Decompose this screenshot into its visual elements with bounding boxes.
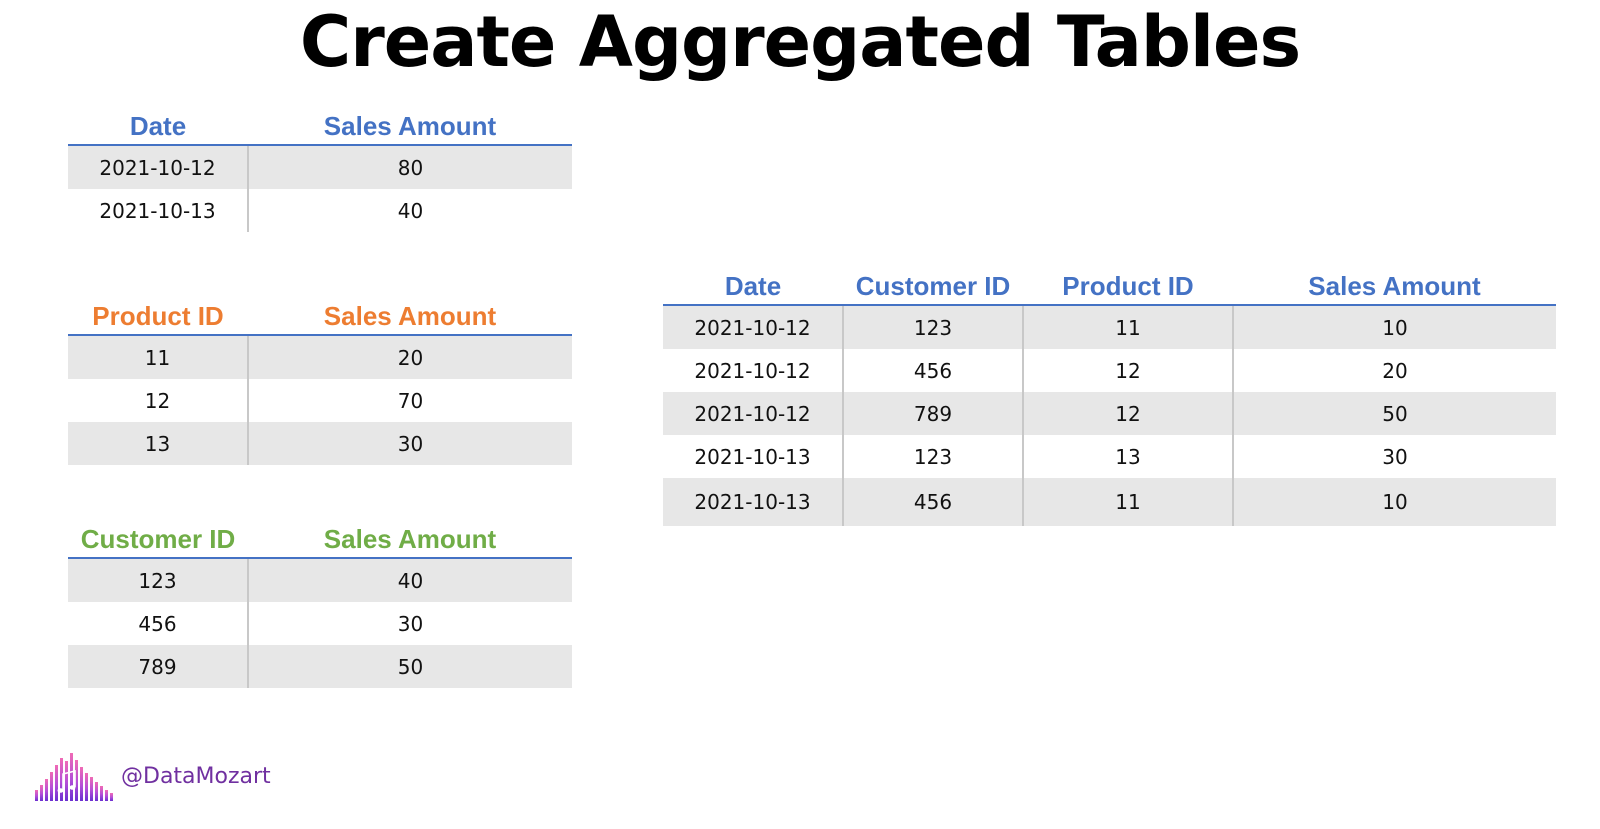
table-row: 2021-10-12 456 12 20 [663,349,1556,392]
table-row: 123 40 [68,558,572,602]
table-row: 2021-10-12 789 12 50 [663,392,1556,435]
customer-id-cell: 789 [842,392,1023,435]
column-header-sales-amount: Sales Amount [248,292,572,336]
sales-amount-cell: 10 [1232,478,1556,526]
date-cell: 2021-10-12 [663,392,843,435]
sales-amount-cell: 50 [1232,392,1556,435]
column-header-customer-id: Customer ID [68,515,248,559]
date-aggregate-table: Date Sales Amount 2021-10-12 80 2021-10-… [68,102,572,232]
product-id-cell: 13 [1022,435,1233,478]
product-id-cell: 11 [1022,305,1233,349]
product-id-cell: 12 [144,388,171,413]
sales-amount-cell: 30 [247,422,572,465]
date-cell: 2021-10-13 [99,198,216,223]
table-row: 2021-10-13 456 11 10 [663,478,1556,526]
customer-id-cell: 123 [842,305,1023,349]
product-id-cell: 11 [68,335,248,379]
table-row: 11 20 [68,335,572,379]
customer-aggregate-table: Customer ID Sales Amount 123 40 456 30 7… [68,515,572,688]
date-cell: 2021-10-12 [68,145,248,189]
sales-amount-cell: 80 [247,145,572,189]
sales-amount-cell: 50 [247,645,572,688]
table-row: 13 30 [68,422,572,465]
column-header-sales-amount: Sales Amount [1233,262,1556,306]
column-header-date: Date [663,262,843,306]
sales-amount-cell: 70 [247,379,572,422]
customer-id-cell: 456 [842,478,1023,526]
sales-amount-cell: 20 [1232,349,1556,392]
sales-amount-cell: 10 [1232,305,1556,349]
table-row: 456 30 [68,602,572,645]
customer-id-cell: 123 [842,435,1023,478]
product-id-cell: 11 [1022,478,1233,526]
customer-id-cell: 456 [138,611,177,636]
column-header-sales-amount: Sales Amount [248,515,572,559]
customer-id-cell: 123 [68,558,248,602]
column-header-sales-amount: Sales Amount [248,102,572,146]
column-header-product-id: Product ID [1023,262,1233,306]
column-header-product-id: Product ID [68,292,248,336]
date-cell: 2021-10-12 [694,358,811,383]
date-cell: 2021-10-13 [663,478,843,526]
sales-amount-cell: 30 [1232,435,1556,478]
sales-detail-table: Date Customer ID Product ID Sales Amount… [663,262,1556,526]
table-row: 789 50 [68,645,572,688]
sales-amount-cell: 40 [247,558,572,602]
customer-id-cell: 789 [68,645,248,688]
table-row: 2021-10-13 40 [68,189,572,232]
author-handle: @DataMozart [121,764,271,789]
equalizer-bars-music-note-icon [35,753,113,801]
page-title: Create Aggregated Tables [299,1,1301,83]
date-cell: 2021-10-12 [663,305,843,349]
sales-amount-cell: 40 [247,189,572,232]
column-header-date: Date [68,102,248,146]
product-id-cell: 12 [1022,349,1233,392]
table-row: 2021-10-12 123 11 10 [663,305,1556,349]
product-aggregate-table: Product ID Sales Amount 11 20 12 70 13 3… [68,292,572,465]
table-row: 2021-10-13 123 13 30 [663,435,1556,478]
column-header-customer-id: Customer ID [843,262,1023,306]
product-id-cell: 13 [68,422,248,465]
sales-amount-cell: 20 [247,335,572,379]
customer-id-cell: 456 [842,349,1023,392]
sales-amount-cell: 30 [247,602,572,645]
date-cell: 2021-10-13 [694,444,811,469]
product-id-cell: 12 [1022,392,1233,435]
table-row: 2021-10-12 80 [68,145,572,189]
table-row: 12 70 [68,379,572,422]
